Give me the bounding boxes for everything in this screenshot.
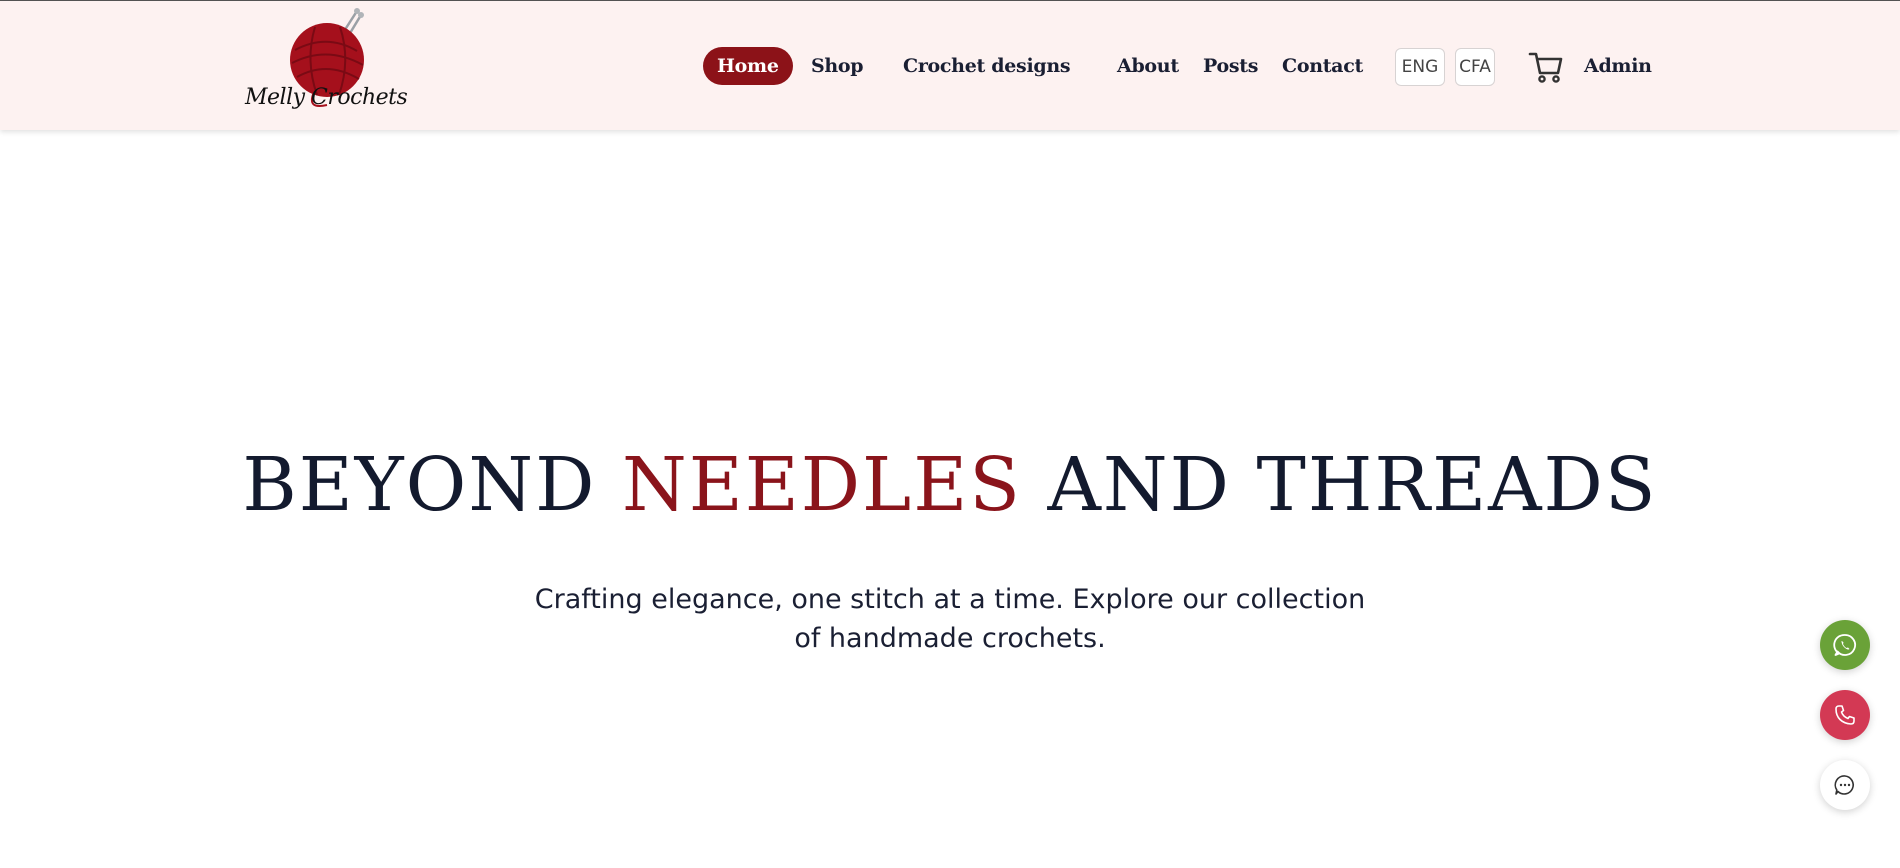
- nav-shop[interactable]: Shop: [811, 47, 864, 85]
- phone-icon: [1835, 705, 1855, 725]
- chat-icon: [1834, 775, 1854, 795]
- nav-about[interactable]: About: [1117, 47, 1179, 85]
- nav-contact[interactable]: Contact: [1282, 47, 1363, 85]
- nav-admin[interactable]: Admin: [1584, 47, 1652, 85]
- currency-toggle[interactable]: CFA: [1455, 48, 1495, 86]
- hero-subtitle: Crafting elegance, one stitch at a time.…: [534, 584, 1366, 654]
- nav-crochet-designs[interactable]: Crochet designs: [903, 47, 1071, 85]
- whatsapp-icon: [1833, 634, 1856, 656]
- hero-title-part1: BEYOND: [242, 442, 622, 528]
- nav-posts[interactable]: Posts: [1203, 47, 1258, 85]
- phone-button[interactable]: [1820, 690, 1870, 740]
- cart-icon[interactable]: [1528, 49, 1564, 85]
- hero-title: BEYOND NEEDLES AND THREADS: [0, 430, 1900, 540]
- chat-button[interactable]: [1820, 760, 1870, 810]
- language-toggle[interactable]: ENG: [1395, 48, 1445, 86]
- navbar: Melly Crochets Home Shop Crochet designs…: [0, 1, 1900, 130]
- hero-title-accent: NEEDLES: [621, 442, 1022, 528]
- whatsapp-button[interactable]: [1820, 620, 1870, 670]
- logo-text: Melly Crochets: [245, 85, 408, 110]
- nav-home[interactable]: Home: [703, 47, 793, 85]
- hero-title-part2: AND THREADS: [1021, 442, 1658, 528]
- logo[interactable]: Melly Crochets: [245, 5, 408, 125]
